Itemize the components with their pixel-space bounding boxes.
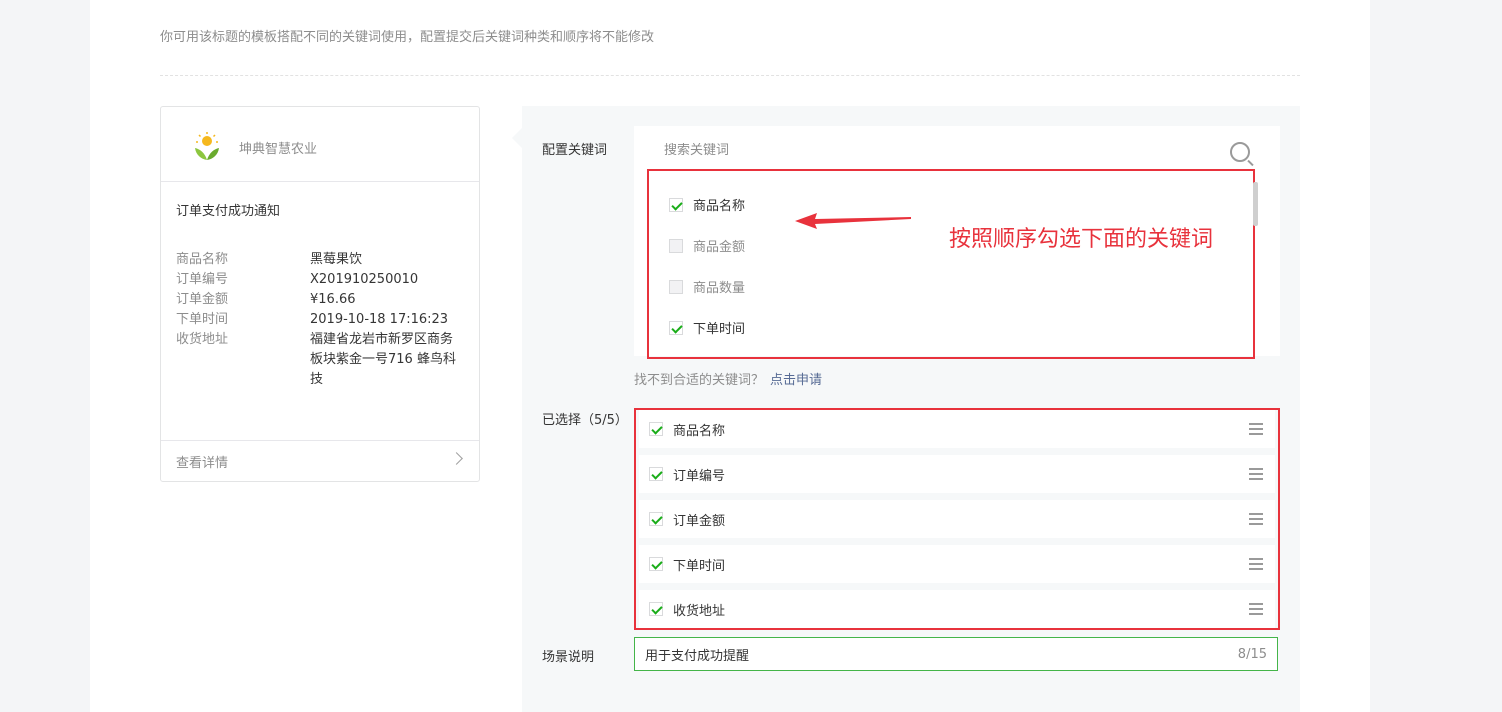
selected-keyword-label: 订单金额 bbox=[673, 513, 726, 529]
field-value: 2019-10-18 17:16:23 bbox=[310, 312, 449, 327]
field-value: 福建省龙岩市新罗区商务板块紫金一号716 蜂鸟科技 bbox=[310, 332, 456, 387]
drag-handle-icon[interactable] bbox=[1249, 558, 1263, 570]
scene-label: 场景说明 bbox=[542, 650, 595, 665]
page-hint: 你可用该标题的模板搭配不同的关键词使用，配置提交后关键词种类和顺序将不能修改 bbox=[160, 30, 655, 45]
field-label: 订单编号 bbox=[176, 272, 229, 287]
checkbox-icon[interactable] bbox=[649, 512, 663, 526]
keyword-label: 商品名称 bbox=[693, 199, 746, 214]
arrow-icon bbox=[795, 213, 911, 229]
field-row: 下单时间 2019-10-18 17:16:23 bbox=[176, 310, 466, 330]
selected-keyword-row[interactable]: 收货地址 bbox=[639, 590, 1275, 628]
field-row: 订单编号 X201910250010 bbox=[176, 270, 466, 290]
selected-keyword-row[interactable]: 商品名称 bbox=[639, 410, 1275, 448]
keyword-search-input[interactable] bbox=[664, 143, 1224, 158]
keyword-list: 商品名称 商品金额 商品数量 下单时间 按照顺序勾选下面的关键词 bbox=[647, 169, 1255, 359]
drag-handle-icon[interactable] bbox=[1249, 423, 1263, 435]
apply-keyword-link[interactable]: 点击申请 bbox=[770, 373, 822, 388]
checkbox-icon[interactable] bbox=[649, 467, 663, 481]
view-details-label: 查看详情 bbox=[176, 456, 229, 471]
char-counter: 8/15 bbox=[1237, 647, 1267, 662]
account-name: 坤典智慧农业 bbox=[239, 142, 318, 157]
scene-description-field[interactable]: 8/15 bbox=[634, 637, 1278, 671]
keyword-label: 商品金额 bbox=[693, 240, 746, 255]
not-found-hint: 找不到合适的关键词？ 点击申请 bbox=[634, 369, 822, 388]
selected-keyword-row[interactable]: 订单金额 bbox=[639, 500, 1275, 538]
keyword-label: 下单时间 bbox=[693, 322, 746, 337]
keyword-list-scrollbar[interactable] bbox=[1253, 182, 1258, 226]
field-row: 收货地址 福建省龙岩市新罗区商务板块紫金一号716 蜂鸟科技 bbox=[176, 330, 466, 390]
selected-keyword-label: 订单编号 bbox=[673, 468, 726, 484]
field-label: 下单时间 bbox=[176, 312, 229, 327]
keywords-label: 配置关键词 bbox=[542, 143, 608, 158]
keyword-label: 商品数量 bbox=[693, 281, 746, 296]
page: 你可用该标题的模板搭配不同的关键词使用，配置提交后关键词种类和顺序将不能修改 坤… bbox=[90, 0, 1370, 712]
selected-keyword-row[interactable]: 下单时间 bbox=[639, 545, 1275, 583]
divider bbox=[160, 75, 1300, 76]
checkbox-icon[interactable] bbox=[649, 422, 663, 436]
checkbox-icon[interactable] bbox=[649, 602, 663, 616]
checkbox-icon[interactable] bbox=[669, 320, 683, 335]
selected-label: 已选择（5/5） bbox=[542, 413, 628, 428]
keyword-option[interactable]: 商品名称 bbox=[669, 195, 745, 214]
selected-keyword-label: 下单时间 bbox=[673, 558, 726, 574]
card-header: 坤典智慧农业 bbox=[161, 107, 479, 182]
keyword-config-panel: 配置关键词 商品名称 商品金额 商品数量 下单时间 bbox=[512, 106, 1300, 712]
drag-handle-icon[interactable] bbox=[1249, 468, 1263, 480]
view-details-link[interactable]: 查看详情 bbox=[161, 440, 479, 481]
selected-keyword-list: 商品名称 订单编号 订单金额 下单时间 收货地址 bbox=[634, 408, 1280, 630]
field-value: ¥16.66 bbox=[310, 292, 356, 307]
panel-pointer bbox=[512, 128, 522, 148]
chevron-right-icon bbox=[450, 452, 463, 465]
checkbox-icon[interactable] bbox=[669, 238, 683, 253]
not-found-text: 找不到合适的关键词？ bbox=[634, 373, 765, 388]
drag-handle-icon[interactable] bbox=[1249, 513, 1263, 525]
field-value: 黑莓果饮 bbox=[310, 252, 363, 267]
checkbox-icon[interactable] bbox=[669, 197, 683, 212]
field-label: 订单金额 bbox=[176, 292, 229, 307]
drag-handle-icon[interactable] bbox=[1249, 603, 1263, 615]
keyword-picker: 商品名称 商品金额 商品数量 下单时间 按照顺序勾选下面的关键词 bbox=[634, 126, 1280, 359]
keyword-option[interactable]: 下单时间 bbox=[669, 318, 745, 337]
search-icon[interactable] bbox=[1230, 142, 1250, 162]
field-value: X201910250010 bbox=[310, 272, 419, 287]
keyword-option[interactable]: 商品金额 bbox=[669, 236, 745, 255]
selected-keyword-row[interactable]: 订单编号 bbox=[639, 455, 1275, 493]
selected-keyword-label: 收货地址 bbox=[673, 603, 726, 619]
field-row: 订单金额 ¥16.66 bbox=[176, 290, 466, 310]
field-row: 商品名称 黑莓果饮 bbox=[176, 250, 466, 270]
checkbox-icon[interactable] bbox=[649, 557, 663, 571]
annotation-text: 按照顺序勾选下面的关键词 bbox=[949, 227, 1214, 252]
keyword-option[interactable]: 商品数量 bbox=[669, 277, 745, 296]
field-label: 商品名称 bbox=[176, 252, 229, 267]
checkbox-icon[interactable] bbox=[669, 279, 683, 294]
field-label: 收货地址 bbox=[176, 332, 229, 347]
preview-fields: 商品名称 黑莓果饮 订单编号 X201910250010 订单金额 ¥16.66… bbox=[176, 250, 466, 390]
scene-description-input[interactable] bbox=[645, 647, 1205, 662]
template-title: 订单支付成功通知 bbox=[176, 204, 281, 219]
logo-icon bbox=[195, 132, 219, 160]
selected-keyword-label: 商品名称 bbox=[673, 423, 726, 439]
template-preview-card: 坤典智慧农业 订单支付成功通知 商品名称 黑莓果饮 订单编号 X20191025… bbox=[160, 106, 480, 482]
